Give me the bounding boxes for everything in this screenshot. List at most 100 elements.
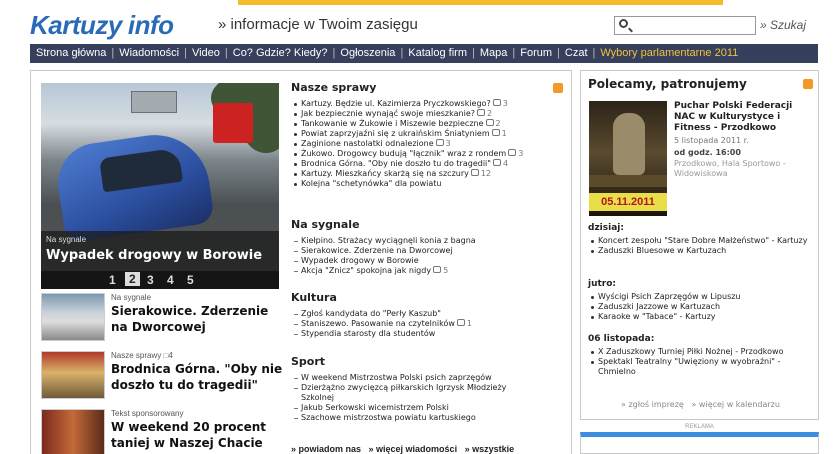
story-title[interactable]: W weekend 20 procent taniej w Naszej Cha… [111, 419, 286, 451]
list-nasze-sprawy: Kartuzy. Będzie ul. Kazimierza Pryczkows… [291, 99, 571, 189]
story-thumbnail[interactable] [41, 409, 105, 454]
more-links: » powiadom nas » więcej wiadomości » wsz… [291, 444, 514, 454]
nav-item-home[interactable]: Strona główna [36, 47, 106, 59]
list-item-text: Tankowanie w Żukowie i Miszewie bezpiecz… [301, 119, 484, 128]
event-item[interactable]: Wyścigi Psich Zaprzęgów w Lipuszu [588, 292, 816, 302]
nav-item-catalog[interactable]: Katalog firm [408, 47, 467, 59]
list-item[interactable]: Kolejna "schetynówka" dla powiatu [291, 179, 571, 189]
panel-footer: » zgłoś imprezę » więcej w kalendarzu [621, 400, 780, 409]
list-item[interactable]: Jakub Serkowski wicemistrzem Polski [291, 403, 571, 413]
hero-page-3[interactable]: 3 [147, 273, 154, 287]
list-item[interactable]: Wypadek drogowy w Borowie [291, 256, 571, 266]
event-item[interactable]: Karaoke w "Tabace" - Kartuzy [588, 312, 816, 322]
search-button[interactable]: » Szukaj [760, 18, 806, 32]
search-input[interactable] [633, 17, 753, 34]
nav-item-map[interactable]: Mapa [480, 47, 508, 59]
story-title[interactable]: Sierakowice. Zderzenie na Dworcowej [111, 303, 286, 335]
list-item[interactable]: Powiat zaprzyjaźni się z ukraińskim Śnia… [291, 129, 571, 139]
comment-count: 2 [475, 109, 492, 118]
story-category: Nasze sprawy □4 [111, 351, 173, 360]
nav-item-video[interactable]: Video [192, 47, 220, 59]
nav-item-chat[interactable]: Czat [565, 47, 588, 59]
event-title[interactable]: Puchar Polski Federacji NAC w Kulturysty… [674, 101, 814, 134]
list-item[interactable]: Zgłoś kandydata do "Perły Kaszub" [291, 309, 571, 319]
logo-main-text: Kartuzy [30, 10, 122, 40]
event-item[interactable]: Zaduszki Jazzowe w Kartuzach [588, 302, 816, 312]
section-heading-na-sygnale[interactable]: Na sygnale [291, 218, 360, 231]
list-sport: W weekend Mistrzostwa Polski psich zaprz… [291, 373, 571, 423]
list-item[interactable]: Stypendia starosty dla studentów [291, 329, 571, 339]
rss-icon[interactable] [803, 79, 813, 89]
hero-page-5[interactable]: 5 [187, 273, 194, 287]
today-label: dzisiaj: [588, 223, 624, 233]
list-item[interactable]: Kiełpino. Strażacy wyciągnęli konia z ba… [291, 236, 571, 246]
hero-page-1[interactable]: 1 [109, 273, 116, 287]
story-title[interactable]: Brodnica Górna. "Oby nie doszło tu do tr… [111, 361, 286, 393]
list-item[interactable]: Żukowo. Drogowcy budują "łącznik" wraz z… [291, 149, 571, 159]
event-poster[interactable]: 05.11.2011 [589, 101, 667, 216]
event-item[interactable]: Koncert zespołu "Stare Dobre Małżeństwo"… [588, 236, 816, 246]
list-item[interactable]: Kartuzy. Mieszkańcy skarżą się na szczur… [291, 169, 571, 179]
nav-item-news[interactable]: Wiadomości [119, 47, 179, 59]
hero-title[interactable]: Wypadek drogowy w Borowie [46, 248, 262, 263]
site-logo[interactable]: Kartuzy info [30, 10, 174, 40]
ad-banner[interactable] [580, 432, 819, 454]
hero-page-2[interactable]: 2 [125, 272, 140, 286]
nav-item-forum[interactable]: Forum [520, 47, 552, 59]
list-item[interactable]: W weekend Mistrzostwa Polski psich zaprz… [291, 373, 571, 383]
story-thumbnail[interactable] [41, 293, 105, 341]
comment-count: 4 [491, 159, 508, 168]
event-item[interactable]: Zaduszki Bluesowe w Kartuzach [588, 246, 816, 256]
notify-link[interactable]: » powiadom nas [291, 444, 361, 454]
list-item[interactable]: Jak bezpiecznie wynająć swoje mieszkanie… [291, 109, 571, 119]
section-heading-kultura[interactable]: Kultura [291, 291, 337, 304]
list-item-text: Jakub Serkowski wicemistrzem Polski [301, 403, 449, 412]
list-item-text: Staniszewo. Pasowanie na czytelników [301, 319, 455, 328]
list-item[interactable]: Szkolnej [291, 393, 571, 403]
list-item-text: Stypendia starosty dla studentów [301, 329, 436, 338]
story-category: Na sygnale [111, 293, 152, 302]
list-item-text: W weekend Mistrzostwa Polski psich zaprz… [301, 373, 492, 382]
story-item: Nasze sprawy □4 Brodnica Górna. "Oby nie… [41, 351, 291, 403]
list-kultura: Zgłoś kandydata do "Perły Kaszub" Stanisz… [291, 309, 571, 339]
list-item[interactable]: Brodnica Górna. "Oby nie doszło tu do tr… [291, 159, 571, 169]
top-accent-strip [238, 0, 723, 5]
list-item[interactable]: Tankowanie w Żukowie i Miszewie bezpiecz… [291, 119, 571, 129]
list-item[interactable]: Dzierżążno zwycięzcą piłkarskich Igrzysk… [291, 383, 571, 393]
main-nav: Strona główna | Wiadomości | Video | Co? Gdzie… [30, 44, 818, 63]
nav-item-ads[interactable]: Ogłoszenia [340, 47, 395, 59]
all-link[interactable]: » wszystkie [465, 444, 515, 454]
list-item-text: Szachowe mistrzostwa powiatu kartuskiego [301, 413, 476, 422]
rss-icon[interactable] [553, 83, 563, 93]
add-event-link[interactable]: » zgłoś imprezę [621, 400, 684, 409]
list-item-text: Zaginione nastolatki odnalezione [301, 139, 434, 148]
nav-item-elections[interactable]: Wybory parlamentarne 2011 [600, 47, 738, 59]
list-item-text: Kiełpino. Strażacy wyciągnęli konia z ba… [301, 236, 476, 245]
panel-heading: Polecamy, patronujemy [588, 77, 747, 91]
comment-count: 5 [431, 266, 448, 275]
comment-count: 3 [434, 139, 451, 148]
nav-item-events[interactable]: Co? Gdzie? Kiedy? [233, 47, 328, 59]
list-item-text: Żukowo. Drogowcy budują "łącznik" wraz z… [301, 149, 507, 158]
recommended-panel: Polecamy, patronujemy 05.11.2011 Puchar … [580, 70, 819, 420]
comment-count: 3 [506, 149, 523, 158]
hero-page-4[interactable]: 4 [167, 273, 174, 287]
event-item[interactable]: Spektakl Teatralny "Uwięziony w wyobraźn… [588, 357, 816, 377]
story-thumbnail[interactable] [41, 351, 105, 399]
list-item[interactable]: Zaginione nastolatki odnalezione 3 [291, 139, 571, 149]
calendar-link[interactable]: » więcej w kalendarzu [691, 400, 779, 409]
more-news-link[interactable]: » więcej wiadomości [369, 444, 458, 454]
list-item[interactable]: Staniszewo. Pasowanie na czytelników 1 [291, 319, 571, 329]
event-item[interactable]: X Zaduszkowy Turniej Piłki Nożnej - Przo… [588, 347, 816, 357]
list-item-text: Szkolnej [301, 393, 334, 402]
section-heading-sport[interactable]: Sport [291, 355, 325, 368]
list-item[interactable]: Szachowe mistrzostwa powiatu kartuskiego [291, 413, 571, 423]
list-item[interactable]: Kartuzy. Będzie ul. Kazimierza Pryczkows… [291, 99, 571, 109]
list-item-text: Kolejna "schetynówka" dla powiatu [301, 179, 442, 188]
list-item-text: Jak bezpiecznie wynająć swoje mieszkanie… [301, 109, 475, 118]
section-heading-nasze-sprawy[interactable]: Nasze sprawy [291, 81, 376, 94]
list-item[interactable]: Akcja "Znicz" spokojna jak nigdy 5 [291, 266, 571, 276]
list-item-text: Brodnica Górna. "Oby nie doszło tu do tr… [301, 159, 491, 168]
today-events: Koncert zespołu "Stare Dobre Małżeństwo"… [588, 236, 816, 256]
list-item[interactable]: Sierakowice. Zderzenie na Dworcowej [291, 246, 571, 256]
